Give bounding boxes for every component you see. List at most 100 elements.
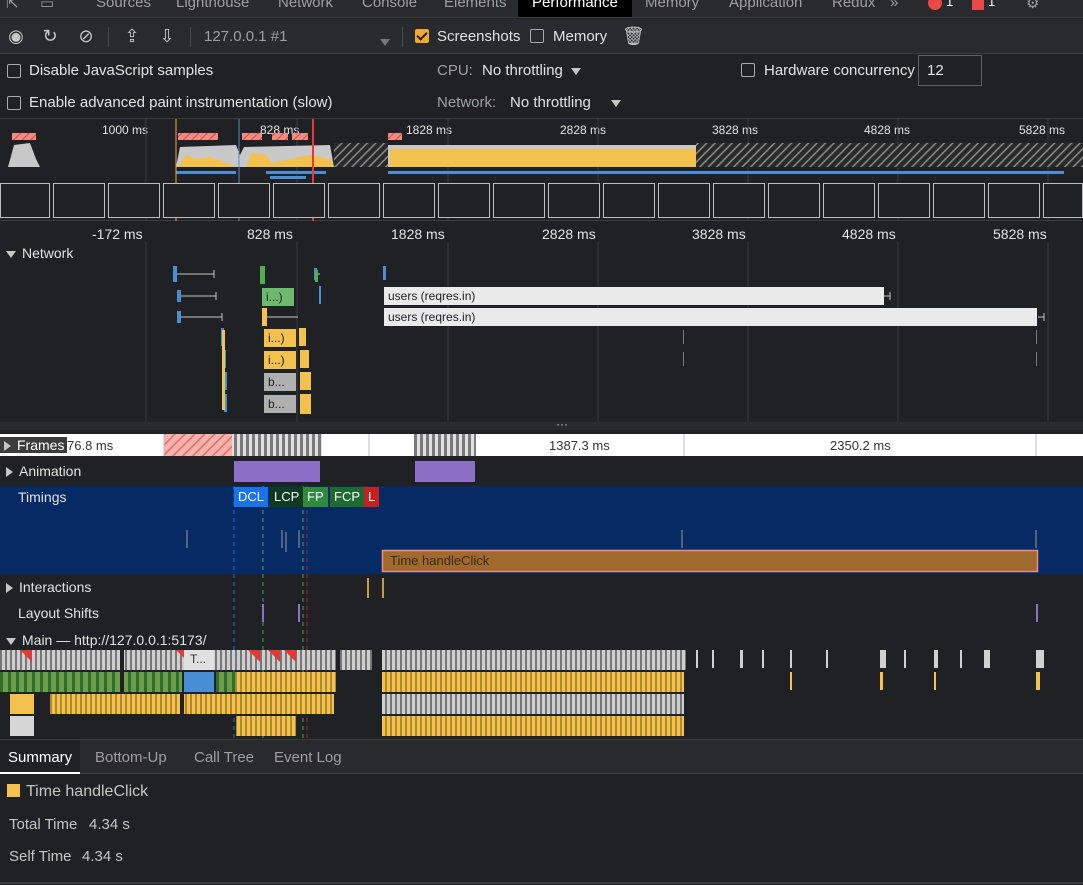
network-request[interactable]: b... (264, 395, 296, 413)
frame-duration[interactable]: 2350.2 ms (830, 438, 891, 453)
tab-memory[interactable]: Memory (645, 0, 699, 11)
expand-triangle-icon (6, 467, 13, 478)
network-request[interactable]: b... (264, 373, 296, 391)
ruler-tick: 2828 ms (542, 226, 596, 242)
ruler-tick: 4828 ms (842, 226, 896, 242)
disable-js-samples-checkbox[interactable] (7, 64, 21, 78)
lcp-marker[interactable]: LCP (270, 487, 304, 507)
devtools-tab-strip: ⇱ ▭ Sources Lighthouse Network Console E… (0, 0, 1083, 18)
frame-duration[interactable]: 1387.3 ms (549, 438, 610, 453)
save-profile-icon[interactable]: ⇩ (157, 26, 177, 46)
screenshots-checkbox[interactable] (415, 29, 429, 43)
track-interactions[interactable]: Interactions (6, 579, 91, 595)
divider (402, 27, 403, 47)
cpu-throttling-value: No throttling (482, 62, 563, 79)
settings-gear-icon[interactable]: ⚙ (1026, 0, 1039, 12)
error-count: 1 (946, 0, 954, 9)
details-panel: Summary Bottom-Up Call Tree Event Log Ti… (0, 739, 1083, 885)
hardware-concurrency-checkbox[interactable] (741, 63, 755, 77)
cpu-throttling-select[interactable]: No throttling (482, 62, 581, 79)
screenshots-label: Screenshots (437, 28, 521, 45)
expand-triangle-icon (6, 250, 16, 258)
track-network-label: Network (22, 245, 74, 261)
overview-chart (0, 119, 1083, 221)
error-icon (928, 0, 942, 10)
reload-record-icon[interactable]: ↻ (40, 26, 60, 46)
clear-icon[interactable]: ⊘ (76, 26, 96, 46)
load-marker[interactable]: L (364, 487, 380, 507)
tab-network[interactable]: Network (278, 0, 333, 11)
tab-redux[interactable]: Redux (832, 0, 875, 11)
issues-badge[interactable]: 1 (972, 0, 995, 12)
track-animation[interactable]: Animation (6, 463, 81, 479)
tab-console[interactable]: Console (362, 0, 417, 11)
tab-elements[interactable]: Elements (444, 0, 507, 11)
network-label: Network: (437, 94, 497, 111)
network-request[interactable]: i...) (264, 351, 296, 369)
performance-toolbar: ◉ ↻ ⊘ ⇪ ⇩ 127.0.0.1 #1 Screenshots Memor… (0, 19, 1083, 54)
hardware-concurrency-input[interactable]: 12 (918, 55, 982, 86)
network-throttling-select[interactable]: No throttling (510, 94, 621, 111)
track-layout-shifts[interactable]: Layout Shifts (18, 605, 99, 621)
track-main-label: Main — http://127.0.0.1:5173/ (22, 632, 207, 648)
track-main[interactable]: Main — http://127.0.0.1:5173/ (6, 632, 206, 648)
timeline-overview[interactable]: 1000 ms 828 ms 1828 ms 2828 ms 3828 ms 4… (0, 119, 1083, 221)
expand-triangle-icon (6, 637, 16, 645)
more-tabs-icon[interactable]: » (890, 0, 898, 11)
total-time-label: Total Time (9, 816, 78, 833)
expand-triangle-icon (6, 583, 13, 594)
track-frames-label: Frames (17, 437, 65, 453)
ruler-tick: 3828 ms (692, 226, 746, 242)
fcp-marker[interactable]: FCP (330, 487, 364, 507)
tab-lighthouse[interactable]: Lighthouse (176, 0, 249, 11)
cpu-label: CPU: (437, 62, 473, 79)
memory-checkbox[interactable] (530, 29, 544, 43)
issue-icon (972, 0, 984, 10)
tab-event-log[interactable]: Event Log (266, 740, 350, 774)
enable-paint-label: Enable advanced paint instrumentation (s… (29, 94, 333, 111)
inspect-icon[interactable]: ⇱ (6, 0, 19, 12)
record-icon[interactable]: ◉ (6, 26, 26, 46)
expand-triangle-icon (4, 441, 11, 452)
self-time-value: 4.34 s (82, 848, 123, 865)
divider (108, 27, 109, 47)
capture-settings-panel: Disable JavaScript samples Enable advanc… (0, 55, 1083, 119)
network-request[interactable]: users (reqres.in) (384, 287, 884, 305)
track-frames[interactable]: Frames (0, 437, 68, 453)
tab-bottom-up[interactable]: Bottom-Up (87, 740, 175, 774)
device-toolbar-icon[interactable]: ▭ (40, 0, 54, 12)
flame-chart-area[interactable]: ··· -172 ms 828 ms 1828 ms 2828 ms 3828 … (0, 222, 1083, 738)
network-request[interactable]: i...) (264, 329, 296, 347)
network-request[interactable]: users (reqres.in) (384, 308, 1037, 326)
total-time-value: 4.34 s (89, 816, 130, 833)
error-badge[interactable]: 1 (928, 0, 953, 12)
frame-duration[interactable]: 76.8 ms (67, 438, 113, 453)
tab-summary[interactable]: Summary (0, 740, 81, 774)
tab-call-tree[interactable]: Call Tree (186, 740, 262, 774)
trash-icon[interactable]: 🗑 (622, 26, 645, 46)
track-timings[interactable]: Timings (18, 489, 67, 505)
handle-click-timing[interactable]: Time handleClick (390, 553, 489, 568)
ruler-tick: 1828 ms (391, 226, 445, 242)
tab-performance[interactable]: Performance (518, 0, 632, 17)
dcl-marker[interactable]: DCL (234, 487, 269, 507)
svg-text:···: ··· (556, 417, 568, 431)
chevron-down-icon (570, 67, 581, 75)
track-network[interactable]: Network (6, 245, 73, 261)
self-time-label: Self Time (9, 848, 72, 865)
enable-paint-checkbox[interactable] (7, 96, 21, 110)
divider (190, 27, 191, 47)
tab-application[interactable]: Application (729, 0, 802, 11)
disable-js-samples-label: Disable JavaScript samples (29, 62, 214, 79)
main-task-label[interactable]: T... (190, 652, 206, 666)
summary-title: Time handleClick (26, 783, 149, 800)
network-request[interactable]: i...) (262, 288, 294, 306)
profile-dropdown-chevron-icon[interactable] (380, 33, 390, 49)
profile-select[interactable]: 127.0.0.1 #1 (204, 28, 287, 45)
ruler-tick: 5828 ms (993, 226, 1047, 242)
ruler-tick: -172 ms (92, 226, 143, 242)
fp-marker[interactable]: FP (303, 487, 328, 507)
tab-sources[interactable]: Sources (96, 0, 151, 11)
load-profile-icon[interactable]: ⇪ (122, 26, 142, 46)
track-animation-label: Animation (19, 463, 82, 479)
